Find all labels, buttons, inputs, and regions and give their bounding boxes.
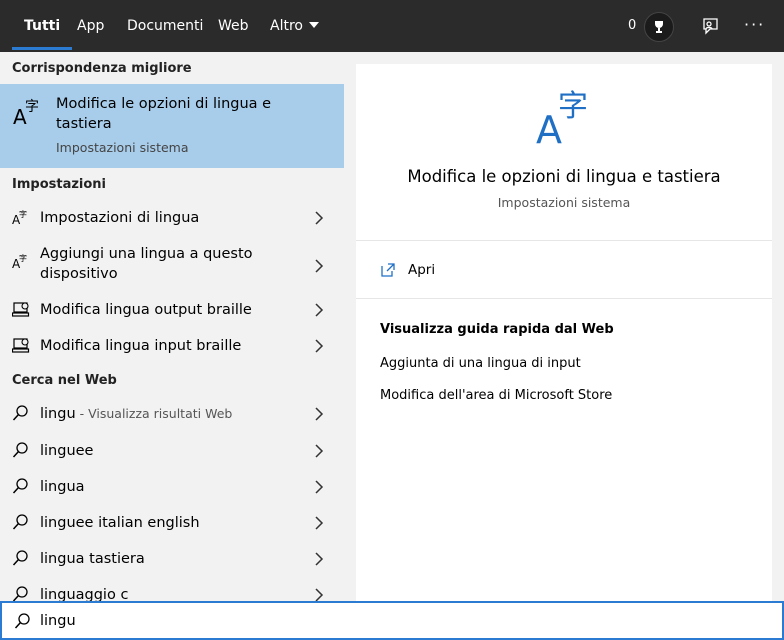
search-icon — [12, 442, 28, 458]
chevron-right-icon — [315, 516, 324, 530]
web-result-label: lingua — [40, 479, 85, 495]
rewards-points: 0 — [628, 18, 637, 33]
detail-pane: A 字 Modifica le opzioni di lingua e tast… — [356, 64, 772, 601]
settings-item[interactable]: A 字 Impostazioni di lingua — [0, 200, 344, 236]
web-result-label: linguaggio c — [40, 587, 129, 601]
web-result-label: linguee — [40, 443, 94, 459]
best-match-item[interactable]: A 字 Modifica le opzioni di lingua e tast… — [0, 84, 344, 168]
tab-more-label: Altro — [270, 18, 303, 34]
search-icon — [12, 586, 28, 601]
tab-all[interactable]: Tutti — [11, 0, 73, 52]
chevron-right-icon — [315, 259, 324, 273]
search-icon — [12, 405, 28, 421]
tab-more-dropdown[interactable]: Altro — [270, 0, 319, 52]
section-best-match: Corrispondenza migliore — [12, 61, 192, 76]
web-result-item[interactable]: lingu - Visualizza risultati Web — [0, 396, 344, 432]
settings-item[interactable]: Modifica lingua input braille — [0, 328, 344, 364]
web-result-item[interactable]: lingua tastiera — [0, 541, 344, 577]
chevron-right-icon — [315, 407, 324, 421]
feedback-icon[interactable] — [700, 16, 720, 36]
web-result-item[interactable]: linguee italian english — [0, 505, 344, 541]
web-result-item[interactable]: linguee — [0, 433, 344, 469]
search-input[interactable] — [40, 609, 740, 633]
language-icon: A 字 — [12, 253, 27, 270]
chevron-right-icon — [315, 444, 324, 458]
chevron-right-icon — [315, 552, 324, 566]
language-icon: A 字 — [536, 89, 588, 146]
search-icon — [12, 478, 28, 494]
open-external-icon — [381, 263, 395, 277]
section-settings: Impostazioni — [12, 177, 107, 192]
chevron-down-icon — [308, 22, 319, 28]
search-bar — [0, 601, 784, 640]
more-options-button[interactable]: ··· — [744, 0, 765, 50]
settings-item-label: Impostazioni di lingua — [40, 210, 200, 226]
svg-text:字: 字 — [19, 209, 27, 219]
braille-icon — [12, 338, 30, 353]
best-match-title: Modifica le opzioni di lingua e tastiera — [56, 96, 272, 132]
web-result-label: lingua tastiera — [40, 551, 145, 567]
settings-item-label: Modifica lingua input braille — [40, 338, 242, 354]
tab-documents[interactable]: Documenti — [127, 0, 203, 52]
chevron-right-icon — [315, 303, 324, 317]
detail-subtitle: Impostazioni sistema — [497, 195, 631, 210]
open-label: Apri — [408, 262, 436, 278]
quick-guide-title: Visualizza guida rapida dal Web — [380, 322, 614, 337]
svg-text:字: 字 — [19, 253, 27, 263]
chevron-right-icon — [315, 339, 324, 353]
settings-item[interactable]: Modifica lingua output braille — [0, 292, 344, 328]
settings-item-label: Aggiungi una lingua a questo dispositivo — [40, 246, 253, 282]
divider — [356, 298, 772, 299]
top-bar: Tutti App Documenti Web Altro 0 ··· — [0, 0, 784, 52]
rewards-trophy-icon[interactable] — [644, 12, 674, 42]
chevron-right-icon — [315, 211, 324, 225]
results-list: Corrispondenza migliore A 字 Modifica le … — [0, 52, 344, 601]
quick-guide-link[interactable]: Aggiunta di una lingua di input — [380, 356, 581, 371]
chevron-right-icon — [315, 480, 324, 494]
svg-text:字: 字 — [25, 99, 39, 115]
divider — [356, 240, 772, 241]
best-match-subtitle: Impostazioni sistema — [56, 140, 189, 155]
web-result-item[interactable]: linguaggio c — [0, 577, 344, 601]
chevron-right-icon — [315, 588, 324, 601]
web-result-label: linguee italian english — [40, 515, 200, 531]
tab-web[interactable]: Web — [218, 0, 249, 52]
search-icon — [12, 550, 28, 566]
quick-guide-link[interactable]: Modifica dell'area di Microsoft Store — [380, 388, 612, 403]
search-icon — [12, 514, 28, 530]
language-icon: A 字 — [13, 99, 39, 128]
svg-text:字: 字 — [558, 89, 588, 124]
search-icon — [14, 613, 30, 629]
web-result-hint: - Visualizza risultati Web — [75, 406, 233, 421]
language-icon: A 字 — [12, 209, 27, 226]
braille-icon — [12, 302, 30, 317]
tab-apps[interactable]: App — [77, 0, 104, 52]
settings-item[interactable]: A 字 Aggiungi una lingua a questo disposi… — [0, 244, 344, 288]
web-result-label: lingu — [40, 406, 76, 422]
section-web-search: Cerca nel Web — [12, 373, 117, 388]
detail-title: Modifica le opzioni di lingua e tastiera — [407, 167, 721, 186]
settings-item-label: Modifica lingua output braille — [40, 302, 252, 318]
web-result-item[interactable]: lingua — [0, 469, 344, 505]
